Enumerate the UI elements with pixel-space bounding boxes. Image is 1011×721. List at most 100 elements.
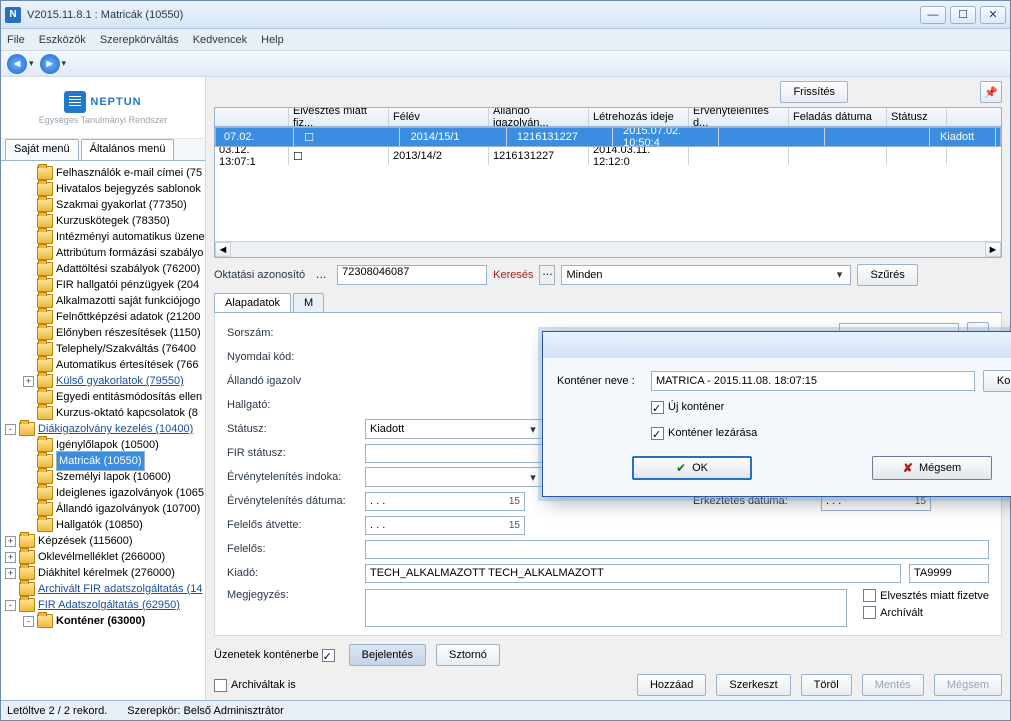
close-button[interactable]: ✕ — [980, 6, 1006, 24]
dialog-cancel-button[interactable]: ✘Mégsem — [872, 456, 992, 480]
filter-scope-select[interactable]: Minden▾ — [561, 265, 851, 285]
tree-node[interactable]: Alkalmazotti saját funkciójogo — [1, 293, 205, 309]
nyomdai-label: Nyomdai kód: — [227, 351, 357, 363]
menu-help[interactable]: Help — [261, 34, 284, 46]
grid-header[interactable]: Félév — [389, 108, 489, 126]
fir-label: FIR státusz: — [227, 447, 357, 459]
kontener-neve-input[interactable] — [651, 371, 975, 391]
tree-node[interactable]: +Képzések (115600) — [1, 533, 205, 549]
tab-alapadatok[interactable]: Alapadatok — [214, 293, 291, 312]
tree-node[interactable]: +Diákhitel kérelmek (276000) — [1, 565, 205, 581]
status-left: Letöltve 2 / 2 rekord. — [7, 705, 107, 717]
menu-kedvencek[interactable]: Kedvencek — [193, 34, 247, 46]
megj-label: Megjegyzés: — [227, 589, 357, 601]
szerkeszt-button[interactable]: Szerkeszt — [716, 674, 790, 696]
tree-node[interactable]: Állandó igazolványok (10700) — [1, 501, 205, 517]
pin-icon[interactable]: 📌 — [980, 81, 1002, 103]
tab-extra[interactable]: M — [293, 293, 324, 312]
nav-forward-button[interactable]: ► — [40, 54, 60, 74]
grid-hscroll[interactable]: ◄► — [215, 241, 1001, 257]
allando-label: Állandó igazolv — [227, 375, 357, 387]
tree-node[interactable]: Intézményi automatikus üzene — [1, 229, 205, 245]
erv-dat-date[interactable]: . . .15 — [365, 492, 525, 511]
nav-toolbar: ◄▾ ►▾ — [1, 51, 1010, 77]
menu-eszkozok[interactable]: Eszközök — [39, 34, 86, 46]
tree-node[interactable]: Előnyben részesítések (1150) — [1, 325, 205, 341]
cb-archivalt[interactable]: Archívált — [863, 606, 989, 619]
kiado-code: TA9999 — [909, 564, 989, 583]
tree-node[interactable]: Kurzus-oktató kapcsolatok (8 — [1, 405, 205, 421]
kontener-lezarasa-check[interactable]: ✓Konténer lezárása — [651, 427, 757, 440]
torol-button[interactable]: Töröl — [801, 674, 852, 696]
maximize-button[interactable]: ☐ — [950, 6, 976, 24]
menu-file[interactable]: File — [7, 34, 25, 46]
grid-header[interactable]: Elvesztés miatt fiz... — [289, 108, 389, 126]
nav-tree[interactable]: Felhasználók e-mail címei (75Hivatalos b… — [1, 161, 205, 700]
tree-node[interactable]: Telephely/Szakváltás (76400 — [1, 341, 205, 357]
tree-node[interactable]: -Diákigazolvány kezelés (10400) — [1, 421, 205, 437]
statusz-label: Státusz: — [227, 423, 357, 435]
statusz-select[interactable]: Kiadott▾ — [365, 419, 545, 439]
grid-header[interactable]: Érvénytelenítés d... — [689, 108, 789, 126]
tree-node[interactable]: Ideiglenes igazolványok (1065 — [1, 485, 205, 501]
tree-node[interactable]: Hallgatók (10850) — [1, 517, 205, 533]
filter-label: Oktatási azonosító — [214, 269, 305, 281]
bejelentes-button[interactable]: Bejelentés — [349, 644, 426, 666]
table-row[interactable]: 07.02.☐2014/15/112161312272015.07.02. 10… — [215, 127, 1001, 147]
tab-altalanos-menu[interactable]: Általános menü — [81, 139, 175, 160]
szures-button[interactable]: Szűrés — [857, 264, 917, 286]
tree-node[interactable]: Matricák (10550) — [1, 453, 205, 469]
window-title: V2015.11.8.1 : Matricák (10550) — [27, 9, 920, 21]
grid-header[interactable] — [215, 108, 289, 126]
menu-szerepkor[interactable]: Szerepkörváltás — [100, 34, 179, 46]
tree-node[interactable]: -Konténer (63000) — [1, 613, 205, 629]
tab-sajat-menu[interactable]: Saját menü — [5, 139, 79, 160]
tree-node[interactable]: +Külső gyakorlatok (79550) — [1, 373, 205, 389]
menubar: File Eszközök Szerepkörváltás Kedvencek … — [1, 29, 1010, 51]
grid-header[interactable]: Létrehozás ideje — [589, 108, 689, 126]
cb-elvesztes[interactable]: Elvesztés miatt fizetve — [863, 589, 989, 602]
frissites-button[interactable]: Frissítés — [780, 81, 848, 103]
tree-node[interactable]: -FIR Adatszolgáltatás (62950) — [1, 597, 205, 613]
kiado-label: Kiadó: — [227, 567, 357, 579]
grid-header[interactable]: Feladás dátuma — [789, 108, 887, 126]
tree-node[interactable]: Személyi lapok (10600) — [1, 469, 205, 485]
logo-subtitle: Egységes Tanulmányi Rendszer — [39, 115, 167, 125]
archivaltak-check[interactable]: Archiváltak is — [214, 679, 296, 692]
erv-dat-label: Érvénytelenítés dátuma: — [227, 495, 357, 507]
tree-node[interactable]: Automatikus értesítések (766 — [1, 357, 205, 373]
grid-header[interactable]: Státusz — [887, 108, 947, 126]
hallgato-label: Hallgató: — [227, 399, 357, 411]
tree-node[interactable]: Felnőttképzési adatok (21200 — [1, 309, 205, 325]
uj-kontener-check[interactable]: ✓Új konténer — [651, 401, 724, 414]
tree-node[interactable]: Archivált FIR adatszolgáltatás (14 — [1, 581, 205, 597]
minimize-button[interactable]: — — [920, 6, 946, 24]
keres-button[interactable]: Keresés — [493, 269, 533, 281]
data-grid[interactable]: Elvesztés miatt fiz...FélévÁllandó igazo… — [214, 107, 1002, 258]
tree-node[interactable]: Hivatalos bejegyzés sablonok — [1, 181, 205, 197]
grid-header[interactable]: Állandó igazolván... — [489, 108, 589, 126]
felelos-label: Felelős: — [227, 543, 357, 555]
felelos-atvette-date[interactable]: . . .15 — [365, 516, 525, 535]
megj-textarea[interactable] — [365, 589, 847, 627]
dialog-ok-button[interactable]: ✔OK — [632, 456, 752, 480]
table-row[interactable]: 03.12. 13:07:1☐2013/14/212161312272014.0… — [215, 147, 1001, 165]
tree-node[interactable]: FIR hallgatói pénzügyek (204 — [1, 277, 205, 293]
kontenerek-button[interactable]: Konténerek — [983, 370, 1011, 392]
tree-node[interactable]: Egyedi entitásmódosítás ellen — [1, 389, 205, 405]
logo: NEPTUN Egységes Tanulmányi Rendszer — [1, 77, 205, 139]
filter-value-input[interactable]: 72308046087 — [337, 265, 487, 285]
tree-node[interactable]: Adattöltési szabályok (76200) — [1, 261, 205, 277]
nav-back-button[interactable]: ◄ — [7, 54, 27, 74]
erv-indok-select[interactable]: ▾ — [365, 467, 545, 487]
tree-node[interactable]: Felhasználók e-mail címei (75 — [1, 165, 205, 181]
hozzaad-button[interactable]: Hozzáad — [637, 674, 706, 696]
tree-node[interactable]: Kurzuskötegek (78350) — [1, 213, 205, 229]
felelos-value[interactable] — [365, 540, 989, 559]
sztorno-button[interactable]: Sztornó — [436, 644, 500, 666]
sorszam-label: Sorszám: — [227, 327, 357, 339]
tree-node[interactable]: Szakmai gyakorlat (77350) — [1, 197, 205, 213]
tree-node[interactable]: +Oklevélmelléklet (266000) — [1, 549, 205, 565]
uzenetek-check[interactable]: Üzenetek konténerbe ✓ — [214, 649, 339, 662]
tree-node[interactable]: Attribútum formázási szabályo — [1, 245, 205, 261]
